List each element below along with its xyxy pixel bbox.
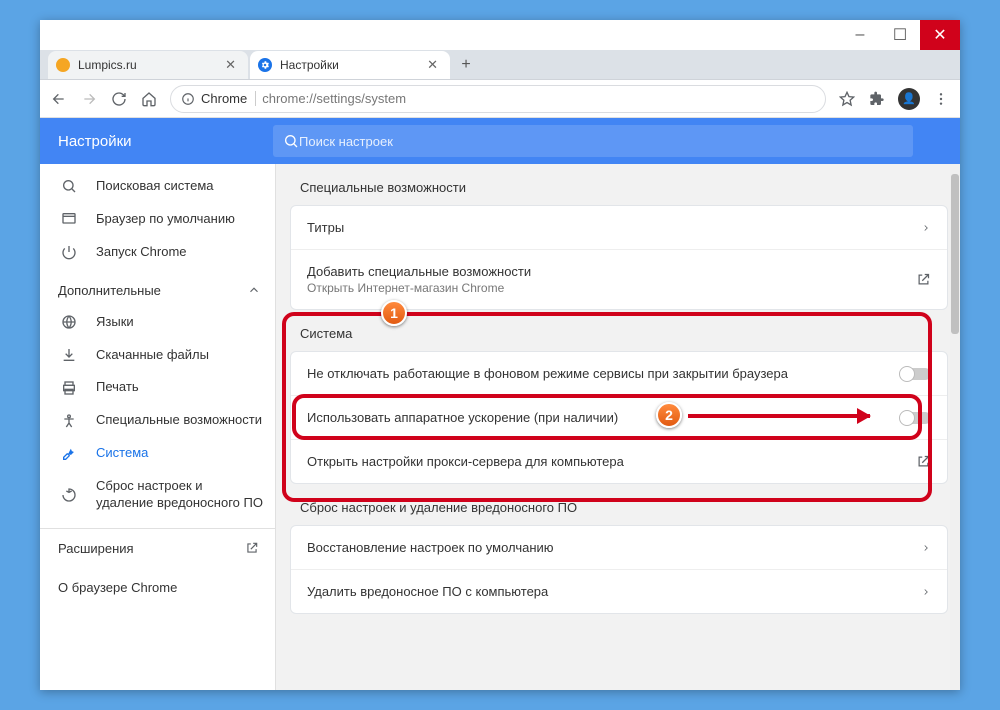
window-max-button[interactable]: ☐ — [880, 20, 920, 50]
accessibility-icon — [60, 413, 78, 429]
settings-body: Поисковая система Браузер по умолчанию З… — [40, 164, 960, 690]
settings-header: Настройки — [40, 118, 960, 164]
sidebar-item-label: Расширения — [58, 541, 134, 556]
annotation-callout-1: 1 — [381, 300, 407, 326]
section-title-reset: Сброс настроек и удаление вредоносного П… — [290, 484, 948, 525]
address-bar: Chrome chrome://settings/system 👤 — [40, 80, 960, 118]
star-button[interactable] — [838, 91, 856, 107]
row-label: Открыть настройки прокси-сервера для ком… — [307, 454, 916, 469]
annotation-arrow — [688, 414, 870, 418]
sidebar-item-label: Система — [96, 445, 263, 462]
sidebar-item-startup[interactable]: Запуск Chrome — [40, 236, 275, 269]
nav-forward-button[interactable] — [80, 91, 98, 107]
sidebar-item-label: Браузер по умолчанию — [96, 211, 263, 228]
sidebar-item-label: Специальные возможности — [96, 412, 263, 429]
sidebar-item-accessibility[interactable]: Специальные возможности — [40, 404, 275, 437]
settings-sidebar: Поисковая система Браузер по умолчанию З… — [40, 164, 275, 690]
chevron-right-icon — [921, 541, 931, 555]
row-cleanup[interactable]: Удалить вредоносное ПО с компьютера — [291, 569, 947, 613]
sidebar-item-search-engine[interactable]: Поисковая система — [40, 170, 275, 203]
sidebar-section-label: Дополнительные — [58, 283, 161, 298]
reload-button[interactable] — [110, 91, 128, 107]
search-icon — [60, 178, 78, 194]
browser-icon — [60, 211, 78, 227]
settings-search-input[interactable] — [299, 134, 903, 149]
sidebar-item-print[interactable]: Печать — [40, 371, 275, 404]
chevron-up-icon — [245, 283, 263, 297]
power-icon — [60, 244, 78, 260]
tab-close-icon[interactable]: ✕ — [221, 57, 240, 73]
sidebar-item-about[interactable]: О браузере Chrome — [40, 568, 275, 607]
page-content: Настройки Поисковая система Браузер по у… — [40, 118, 960, 690]
favicon-icon — [56, 58, 70, 72]
row-label: Восстановление настроек по умолчанию — [307, 540, 921, 555]
print-icon — [60, 380, 78, 396]
info-icon — [181, 92, 195, 106]
favicon-icon — [258, 58, 272, 72]
open-external-icon — [243, 541, 261, 555]
sidebar-item-extensions[interactable]: Расширения — [40, 529, 275, 568]
sidebar-item-label: Печать — [96, 379, 263, 396]
home-button[interactable] — [140, 91, 158, 107]
tab-close-icon[interactable]: ✕ — [423, 57, 442, 73]
chevron-right-icon — [921, 221, 931, 235]
row-sublabel: Открыть Интернет-магазин Chrome — [307, 281, 916, 295]
tab-settings[interactable]: Настройки ✕ — [250, 51, 450, 79]
sidebar-item-label: О браузере Chrome — [58, 580, 177, 595]
menu-button[interactable] — [932, 91, 950, 107]
new-tab-button[interactable]: + — [452, 51, 480, 79]
tab-lumpics[interactable]: Lumpics.ru ✕ — [48, 51, 248, 79]
row-proxy[interactable]: Открыть настройки прокси-сервера для ком… — [291, 439, 947, 483]
open-external-icon — [916, 454, 931, 469]
toggle-switch[interactable] — [901, 412, 931, 424]
nav-back-button[interactable] — [50, 91, 68, 107]
row-background-apps[interactable]: Не отключать работающие в фоновом режиме… — [291, 352, 947, 395]
chevron-right-icon — [921, 585, 931, 599]
sidebar-item-reset[interactable]: Сброс настроек и удаление вредоносного П… — [40, 470, 275, 520]
settings-main: Специальные возможности Титры Добавить с… — [275, 164, 960, 690]
wrench-icon — [60, 446, 78, 462]
browser-window: – ☐ ✕ Lumpics.ru ✕ Настройки ✕ + Chrome … — [40, 20, 960, 690]
page-title: Настройки — [58, 133, 273, 150]
row-label: Добавить специальные возможности Открыть… — [307, 264, 916, 295]
extensions-button[interactable] — [868, 91, 886, 107]
scrollbar[interactable] — [950, 164, 960, 690]
tab-title: Настройки — [280, 58, 423, 72]
open-external-icon — [916, 272, 931, 287]
sidebar-item-downloads[interactable]: Скачанные файлы — [40, 339, 275, 372]
card-reset: Восстановление настроек по умолчанию Уда… — [290, 525, 948, 614]
card-a11y: Титры Добавить специальные возможности О… — [290, 205, 948, 310]
sidebar-item-label: Запуск Chrome — [96, 244, 263, 261]
row-label: Титры — [307, 220, 921, 235]
sidebar-item-label: Сброс настроек и удаление вредоносного П… — [96, 478, 263, 512]
row-label: Удалить вредоносное ПО с компьютера — [307, 584, 921, 599]
sidebar-item-label: Скачанные файлы — [96, 347, 263, 364]
profile-avatar[interactable]: 👤 — [898, 88, 920, 110]
globe-icon — [60, 314, 78, 330]
url-path: chrome://settings/system — [262, 91, 406, 106]
sidebar-item-label: Поисковая система — [96, 178, 263, 195]
row-restore-defaults[interactable]: Восстановление настроек по умолчанию — [291, 526, 947, 569]
tab-title: Lumpics.ru — [78, 58, 221, 72]
sidebar-item-system[interactable]: Система — [40, 437, 275, 470]
row-label: Не отключать работающие в фоновом режиме… — [307, 366, 901, 381]
settings-search[interactable] — [273, 125, 913, 157]
sidebar-item-default-browser[interactable]: Браузер по умолчанию — [40, 203, 275, 236]
section-title-a11y: Специальные возможности — [290, 164, 948, 205]
window-close-button[interactable]: ✕ — [920, 20, 960, 50]
window-titlebar: – ☐ ✕ — [40, 20, 960, 50]
search-icon — [283, 133, 299, 149]
toggle-switch[interactable] — [901, 368, 931, 380]
sidebar-item-label: Языки — [96, 314, 263, 331]
reset-icon — [60, 487, 78, 503]
url-origin: Chrome — [201, 91, 256, 106]
row-captions[interactable]: Титры — [291, 206, 947, 249]
window-min-button[interactable]: – — [840, 20, 880, 50]
sidebar-advanced-toggle[interactable]: Дополнительные — [40, 269, 275, 306]
url-field[interactable]: Chrome chrome://settings/system — [170, 85, 826, 113]
sidebar-item-languages[interactable]: Языки — [40, 306, 275, 339]
tab-strip: Lumpics.ru ✕ Настройки ✕ + — [40, 50, 960, 80]
annotation-callout-2: 2 — [656, 402, 682, 428]
download-icon — [60, 347, 78, 363]
